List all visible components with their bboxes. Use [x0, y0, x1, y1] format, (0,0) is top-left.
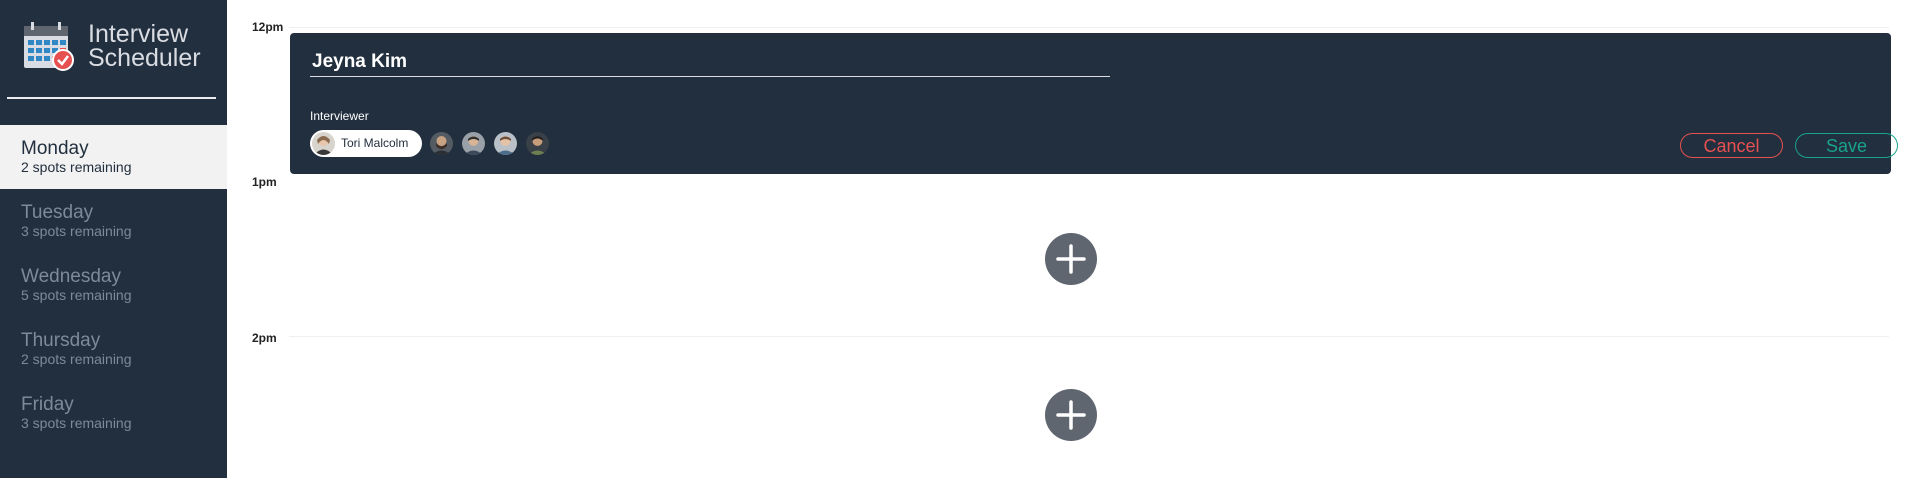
cancel-button[interactable]: Cancel — [1680, 133, 1783, 158]
avatar — [526, 132, 549, 155]
brand: Interview Scheduler — [22, 20, 222, 72]
day-name: Thursday — [21, 330, 101, 351]
interviewer-heading: Interviewer — [310, 109, 369, 123]
avatar — [462, 132, 485, 155]
sidebar-divider — [7, 97, 216, 99]
plus-icon — [1056, 244, 1086, 274]
interviewer-name: Tori Malcolm — [341, 136, 409, 150]
appointment-form: Interviewer Tori Malcolm — [290, 33, 1898, 174]
day-name: Wednesday — [21, 266, 121, 287]
hour-divider — [289, 27, 1889, 28]
sidebar: Interview Scheduler Monday 2 spots remai… — [0, 0, 227, 478]
day-spots: 3 spots remaining — [21, 415, 132, 431]
day-item-thursday[interactable]: Thursday 2 spots remaining — [0, 317, 227, 381]
time-label-1pm: 1pm — [252, 175, 277, 189]
app-title: Interview Scheduler — [88, 20, 201, 72]
day-name: Friday — [21, 394, 74, 415]
day-item-tuesday[interactable]: Tuesday 3 spots remaining — [0, 189, 227, 253]
day-name: Tuesday — [21, 202, 94, 223]
interviewer-item-selected[interactable]: Tori Malcolm — [310, 130, 422, 157]
interviewer-avatar-4[interactable] — [492, 130, 519, 157]
day-item-wednesday[interactable]: Wednesday 5 spots remaining — [0, 253, 227, 317]
day-item-monday[interactable]: Monday 2 spots remaining — [0, 125, 227, 189]
day-spots: 2 spots remaining — [21, 351, 132, 367]
add-appointment-button[interactable] — [1045, 233, 1097, 285]
day-item-friday[interactable]: Friday 3 spots remaining — [0, 381, 227, 445]
avatar — [494, 132, 517, 155]
time-label-12pm: 12pm — [252, 20, 284, 34]
interviewer-avatar-5[interactable] — [524, 130, 551, 157]
schedule: 12pm Interviewer Tori Malcolm — [227, 0, 1909, 478]
save-button[interactable]: Save — [1795, 133, 1898, 158]
add-appointment-button[interactable] — [1045, 389, 1097, 441]
plus-icon — [1056, 400, 1086, 430]
student-name-input[interactable] — [310, 47, 1110, 77]
day-name: Monday — [21, 138, 89, 159]
avatar — [430, 132, 453, 155]
hour-divider — [289, 336, 1889, 337]
day-spots: 2 spots remaining — [21, 159, 132, 175]
time-label-2pm: 2pm — [252, 331, 277, 345]
avatar — [312, 132, 335, 155]
interviewer-avatar-3[interactable] — [460, 130, 487, 157]
day-spots: 3 spots remaining — [21, 223, 132, 239]
day-spots: 5 spots remaining — [21, 287, 132, 303]
calendar-check-icon — [24, 22, 74, 71]
interviewer-avatar-2[interactable] — [428, 130, 455, 157]
day-list: Monday 2 spots remaining Tuesday 3 spots… — [0, 125, 227, 445]
